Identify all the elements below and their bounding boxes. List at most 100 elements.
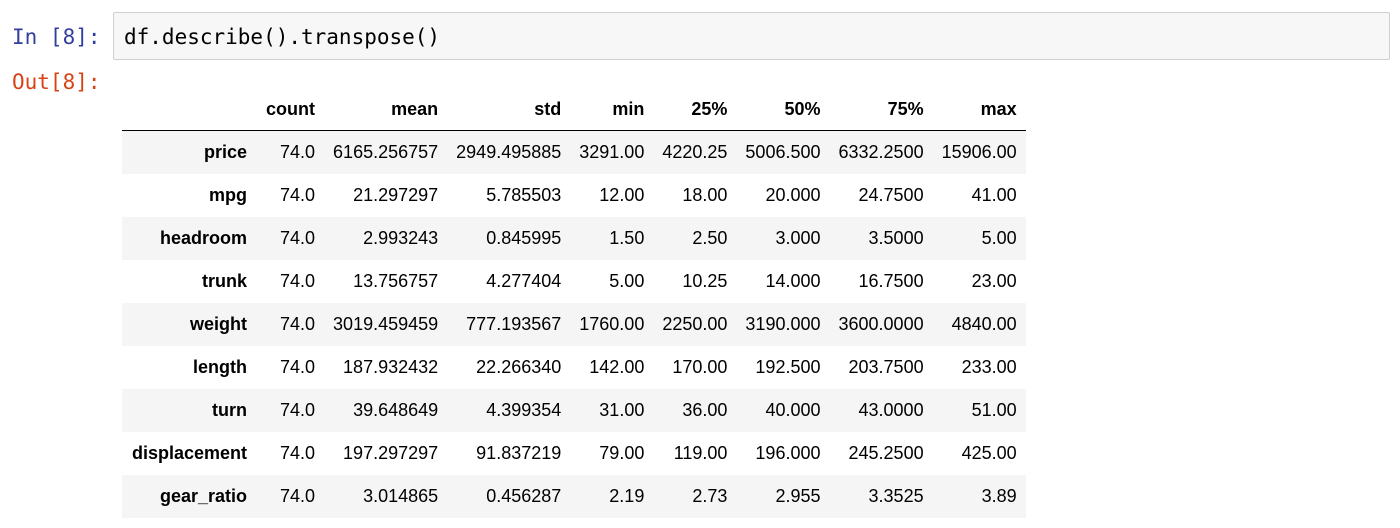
row-index-label: headroom <box>160 227 248 248</box>
table-cell: 74.0 <box>280 270 316 291</box>
table-cell: 2.955 <box>775 485 821 506</box>
table-cell: 74.0 <box>280 442 316 463</box>
table-cell: 777.193567 <box>466 313 562 334</box>
table-cell: 2.73 <box>692 485 728 506</box>
column-header: 75% <box>829 88 933 131</box>
table-cell: 197.297297 <box>343 442 439 463</box>
table-cell: 0.456287 <box>486 485 562 506</box>
table-cell: 142.00 <box>589 356 645 377</box>
table-cell: 74.0 <box>280 485 316 506</box>
table-cell: 20.000 <box>765 184 821 205</box>
table-cell: 2.993243 <box>363 227 439 248</box>
table-row: displacement 74.0 197.297297 91.837219 79.00… <box>122 431 1026 475</box>
table-cell: 192.500 <box>755 356 821 377</box>
table-cell: 425.00 <box>961 442 1017 463</box>
row-index-label: price <box>204 141 248 162</box>
table-cell: 5.00 <box>981 227 1017 248</box>
table-cell: 16.7500 <box>858 270 924 291</box>
table-cell: 3.000 <box>775 227 821 248</box>
table-cell: 3.014865 <box>363 485 439 506</box>
table-row: headroom 74.0 2.993243 0.845995 1.50 2.50 3.00… <box>122 216 1026 260</box>
column-header: 25% <box>653 88 737 131</box>
table-row: length 74.0 187.932432 22.266340 142.00 170.0… <box>122 345 1026 389</box>
table-cell: 23.00 <box>971 270 1017 291</box>
index-header <box>122 88 258 131</box>
table-cell: 0.845995 <box>486 227 562 248</box>
row-index-label: length <box>193 356 248 377</box>
table-cell: 74.0 <box>280 313 316 334</box>
row-index-label: turn <box>212 399 248 420</box>
table-cell: 2.50 <box>692 227 728 248</box>
table-cell: 4220.25 <box>662 141 728 162</box>
table-cell: 13.756757 <box>353 270 439 291</box>
table-cell: 43.0000 <box>858 399 924 420</box>
column-header: 50% <box>736 88 830 131</box>
table-cell: 4.399354 <box>486 399 562 420</box>
table-cell: 74.0 <box>280 184 316 205</box>
output-prompt: Out[8]: <box>12 70 101 94</box>
table-row: turn 74.0 39.648649 4.399354 31.00 36.00 40.00… <box>122 388 1026 432</box>
table-cell: 79.00 <box>599 442 645 463</box>
table-cell: 5006.500 <box>745 141 821 162</box>
table-cell: 119.00 <box>673 442 728 463</box>
table-cell: 1760.00 <box>579 313 645 334</box>
table-row: mpg 74.0 21.297297 5.785503 12.00 18.00 20.000… <box>122 173 1026 217</box>
table-cell: 2250.00 <box>662 313 728 334</box>
table-cell: 6165.256757 <box>333 141 439 162</box>
row-index-label: weight <box>190 313 248 334</box>
table-row: trunk 74.0 13.756757 4.277404 5.00 10.25 14.00… <box>122 259 1026 303</box>
column-header: std <box>447 88 571 131</box>
table-cell: 40.000 <box>765 399 821 420</box>
table-cell: 74.0 <box>280 141 316 162</box>
table-cell: 31.00 <box>599 399 645 420</box>
table-cell: 39.648649 <box>353 399 439 420</box>
column-header: count <box>257 88 325 131</box>
table-cell: 15906.00 <box>941 141 1017 162</box>
table-row: weight 74.0 3019.459459 777.193567 1760.00 22… <box>122 302 1026 346</box>
output-area: count mean std min 25% 50% 75% max price… <box>122 88 1026 518</box>
table-cell: 10.25 <box>682 270 728 291</box>
row-index-label: mpg <box>209 184 248 205</box>
row-index-label: trunk <box>202 270 248 291</box>
input-prompt: In [8]: <box>12 25 101 49</box>
table-cell: 3.89 <box>981 485 1017 506</box>
table-cell: 12.00 <box>599 184 645 205</box>
table-cell: 14.000 <box>765 270 821 291</box>
row-index-label: gear_ratio <box>160 485 248 506</box>
row-index-label: displacement <box>132 442 248 463</box>
table-cell: 5.785503 <box>486 184 562 205</box>
table-cell: 91.837219 <box>476 442 562 463</box>
table-cell: 74.0 <box>280 356 316 377</box>
table-row: gear_ratio 74.0 3.014865 0.456287 2.19 2.73 2.… <box>122 474 1026 518</box>
table-cell: 3.5000 <box>868 227 924 248</box>
table-cell: 2.19 <box>609 485 645 506</box>
table-cell: 36.00 <box>682 399 728 420</box>
table-cell: 3190.000 <box>745 313 821 334</box>
table-cell: 74.0 <box>280 399 316 420</box>
table-cell: 6332.2500 <box>838 141 924 162</box>
table-cell: 170.00 <box>672 356 728 377</box>
table-cell: 4840.00 <box>951 313 1017 334</box>
table-cell: 24.7500 <box>858 184 924 205</box>
table-cell: 233.00 <box>961 356 1017 377</box>
table-cell: 41.00 <box>971 184 1017 205</box>
code-editor[interactable]: df.describe().transpose() <box>113 12 1390 60</box>
table-cell: 5.00 <box>609 270 645 291</box>
input-cell: In [8]: df.describe().transpose() <box>0 12 1400 62</box>
dataframe-table: count mean std min 25% 50% 75% max price… <box>122 88 1026 518</box>
table-row: price 74.0 6165.256757 2949.495885 3291.00 42… <box>122 130 1026 174</box>
column-header: mean <box>324 88 448 131</box>
table-cell: 22.266340 <box>476 356 562 377</box>
header-row: count mean std min 25% 50% 75% max <box>122 88 1026 131</box>
code-text[interactable]: df.describe().transpose() <box>124 25 440 49</box>
table-body: price 74.0 6165.256757 2949.495885 3291.00 42… <box>122 130 1026 518</box>
table-cell: 3.3525 <box>868 485 924 506</box>
column-header: min <box>570 88 654 131</box>
table-cell: 21.297297 <box>353 184 439 205</box>
table-cell: 2949.495885 <box>456 141 562 162</box>
table-cell: 18.00 <box>682 184 728 205</box>
table-cell: 203.7500 <box>848 356 924 377</box>
table-cell: 51.00 <box>971 399 1017 420</box>
table-cell: 3600.0000 <box>838 313 924 334</box>
table-cell: 196.000 <box>755 442 821 463</box>
